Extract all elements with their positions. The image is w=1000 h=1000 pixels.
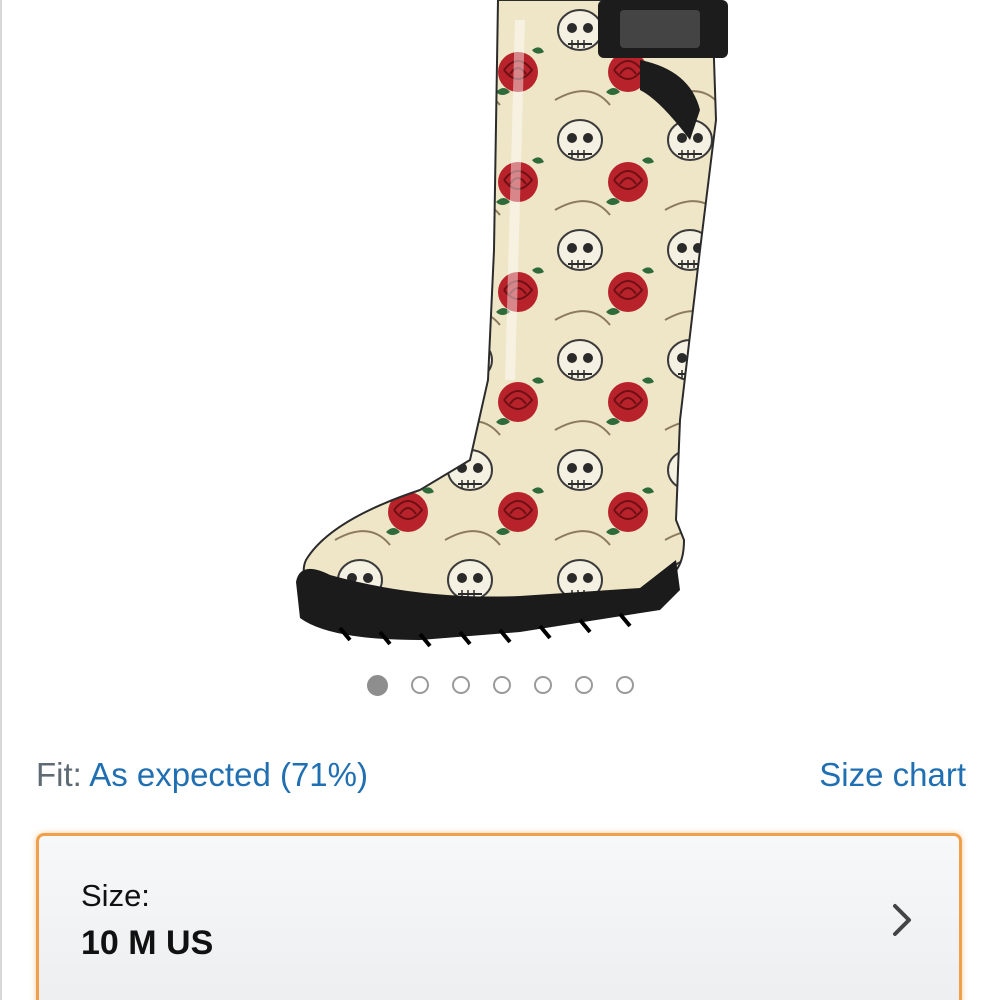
product-image[interactable] [0, 0, 1000, 660]
carousel-dot-3[interactable] [451, 676, 470, 694]
carousel-dot-7[interactable] [615, 676, 634, 694]
carousel-dot-2[interactable] [410, 676, 429, 694]
fit-info: Fit: As expected (71%) [36, 756, 368, 794]
size-value: 10 M US [81, 924, 214, 962]
image-carousel-indicator [0, 673, 1000, 697]
size-chart-link[interactable]: Size chart [819, 756, 966, 794]
carousel-dot-1[interactable] [366, 674, 388, 696]
size-selector-button[interactable]: Size: 10 M US [36, 833, 962, 1000]
carousel-dot-5[interactable] [533, 676, 552, 694]
product-detail-screen: Fit: As expected (71%) Size chart Size: … [0, 0, 1000, 1000]
size-label: Size: [81, 878, 150, 913]
carousel-dot-6[interactable] [574, 676, 593, 694]
fit-row: Fit: As expected (71%) Size chart [36, 752, 966, 798]
fit-value-link[interactable]: As expected (71%) [89, 756, 368, 793]
fit-label: Fit: [36, 756, 82, 793]
carousel-dot-4[interactable] [492, 676, 511, 694]
chevron-right-icon [893, 904, 911, 936]
